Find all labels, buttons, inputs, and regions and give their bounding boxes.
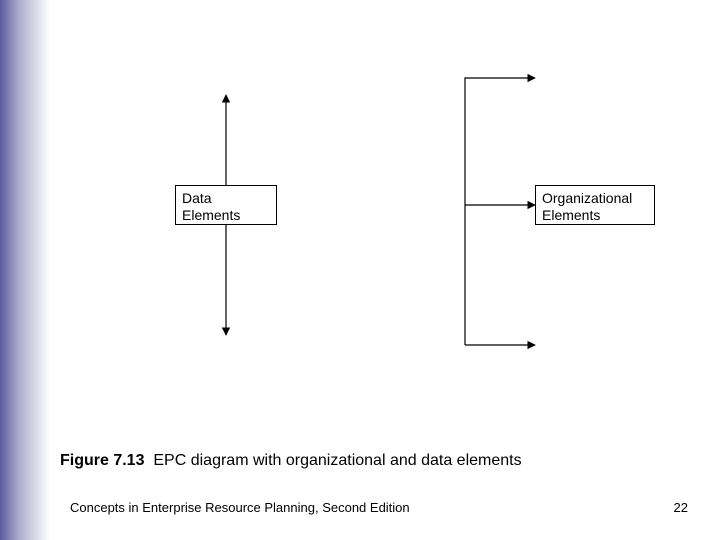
data-elements-line1: Data <box>182 190 270 207</box>
footer-book-title: Concepts in Enterprise Resource Planning… <box>70 500 410 515</box>
footer-page-number: 22 <box>674 500 688 515</box>
figure-number: Figure 7.13 <box>60 452 144 469</box>
org-elements-line2: Elements <box>542 207 648 224</box>
figure-description: EPC diagram with organizational and data… <box>153 452 521 469</box>
data-elements-box: Data Elements <box>175 185 277 225</box>
data-elements-line2: Elements <box>182 207 270 224</box>
org-elements-line1: Organizational <box>542 190 648 207</box>
organizational-elements-box: Organizational Elements <box>535 185 655 225</box>
figure-caption: Figure 7.13 EPC diagram with organizatio… <box>60 452 522 470</box>
